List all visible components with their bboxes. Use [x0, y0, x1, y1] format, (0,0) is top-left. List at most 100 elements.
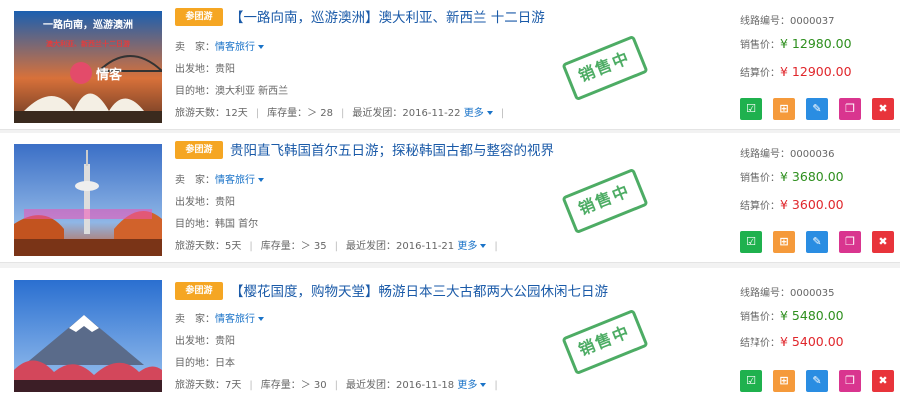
copy-icon: ❐ [845, 374, 855, 387]
days-label: 旅游天数： [175, 241, 225, 252]
days-label: 旅游天数： [175, 380, 225, 391]
stock-value: ＞ 35 [300, 241, 327, 252]
chevron-down-icon[interactable] [258, 45, 264, 49]
cart-button[interactable]: ⊞ [773, 231, 795, 253]
thumb-subcaption: 澳大利亚、新西兰十二日游 [46, 39, 130, 48]
tour-list: 一路向南，巡游澳洲 澳大利亚、新西兰十二日游 情客 参团游 【一路向南，巡游澳洲… [0, 0, 900, 404]
action-buttons: ☑ ⊞ ✎ ❐ ✖ [740, 370, 894, 392]
stock-value: ＞ 30 [300, 380, 327, 391]
sale-price-label: 销售价： [740, 173, 780, 184]
copy-icon: ❐ [845, 235, 855, 248]
route-code: 线路编号：0000037 [740, 12, 835, 27]
tour-row: 参团游 贵阳直飞韩国首尔五日游；探秘韩国古都与整容的视界 卖 家：情客旅行 出发… [0, 133, 900, 263]
copy-button[interactable]: ❐ [839, 370, 861, 392]
on-sale-stamp: 销售中 [561, 167, 649, 235]
destination-label: 目的地： [175, 86, 215, 97]
days-value: 12天 [225, 108, 248, 119]
tour-title-link[interactable]: 【一路向南，巡游澳洲】澳大利亚、新西兰 十二日游 [230, 6, 690, 26]
confirm-button[interactable]: ☑ [740, 370, 762, 392]
delete-button[interactable]: ✖ [872, 370, 894, 392]
sale-price-label: 销售价： [740, 312, 780, 323]
recent-label: 最近发团： [346, 380, 397, 391]
tour-row: 参团游 【樱花国度，购物天堂】畅游日本三大古都两大公园休闲七日游 卖 家：情客旅… [0, 268, 900, 404]
on-sale-stamp: 销售中 [561, 34, 649, 102]
edit-icon: ✎ [812, 102, 822, 115]
sale-price-value: ¥ 3680.00 [780, 169, 844, 184]
recent-label: 最近发团： [352, 108, 403, 119]
stock-value: ＞ 28 [307, 108, 334, 119]
seller-label: 卖 家： [175, 42, 215, 53]
departure-line: 出发地：贵阳 [175, 60, 235, 75]
code-value: 0000036 [790, 149, 835, 160]
destination-line: 目的地：澳大利亚 新西兰 [175, 82, 288, 97]
departure-value: 贵阳 [215, 197, 235, 208]
edit-icon: ✎ [812, 235, 822, 248]
cart-button[interactable]: ⊞ [773, 370, 795, 392]
tour-thumbnail[interactable] [14, 280, 162, 392]
code-value: 0000035 [790, 288, 835, 299]
delete-button[interactable]: ✖ [872, 231, 894, 253]
destination-value: 日本 [215, 358, 235, 369]
seller-dropdown[interactable]: 情客旅行 [215, 175, 255, 186]
edit-button[interactable]: ✎ [806, 231, 828, 253]
confirm-button[interactable]: ☑ [740, 98, 762, 120]
destination-line: 目的地：日本 [175, 354, 235, 369]
settle-price-value: ¥ 12900.00 [780, 64, 852, 79]
stats-line: 旅游天数：12天 | 库存量：＞ 28 | 最近发团：2016-11-22 更多 | [175, 108, 505, 119]
stats-line: 旅游天数：7天 | 库存量：＞ 30 | 最近发团：2016-11-18 更多 | [175, 380, 498, 391]
destination-label: 目的地： [175, 219, 215, 230]
more-dates-dropdown[interactable]: 更多 [457, 241, 487, 252]
chevron-down-icon [480, 244, 487, 248]
edit-button[interactable]: ✎ [806, 98, 828, 120]
check-square-icon: ☑ [746, 235, 756, 248]
destination-line: 目的地：韩国 首尔 [175, 215, 258, 230]
route-code: 线路编号：0000035 [740, 284, 835, 299]
tour-type-badge: 参团游 [175, 282, 223, 300]
recent-label: 最近发团： [346, 241, 397, 252]
settle-price-line: 结算价：¥ 12900.00 [740, 64, 852, 79]
destination-value: 韩国 首尔 [215, 219, 259, 230]
departure-value: 贵阳 [215, 336, 235, 347]
sale-price-line: 销售价：¥ 3680.00 [740, 169, 844, 184]
seller-label: 卖 家： [175, 314, 215, 325]
code-label: 线路编号： [740, 16, 790, 27]
chevron-down-icon[interactable] [258, 317, 264, 321]
more-dates-dropdown[interactable]: 更多 [464, 108, 493, 119]
sale-price-label: 销售价： [740, 40, 780, 51]
confirm-button[interactable]: ☑ [740, 231, 762, 253]
sale-price-line: 销售价：¥ 5480.00 [740, 308, 844, 323]
departure-line: 出发地：贵阳 [175, 193, 235, 208]
seller-line: 卖 家：情客旅行 [175, 171, 264, 186]
stock-label: 库存量： [267, 108, 308, 119]
settle-price-value: ¥ 3600.00 [780, 197, 844, 212]
more-label: 更多 [463, 108, 484, 119]
chevron-down-icon[interactable] [258, 178, 264, 182]
delete-button[interactable]: ✖ [872, 98, 894, 120]
recent-value: 2016-11-21 [396, 241, 455, 252]
tour-row: 一路向南，巡游澳洲 澳大利亚、新西兰十二日游 情客 参团游 【一路向南，巡游澳洲… [0, 0, 900, 130]
more-label: 更多 [457, 380, 478, 391]
copy-button[interactable]: ❐ [839, 231, 861, 253]
thumb-caption: 一路向南，巡游澳洲 [43, 18, 133, 31]
stats-line: 旅游天数：5天 | 库存量：＞ 35 | 最近发团：2016-11-21 更多 | [175, 241, 498, 252]
tour-title-link[interactable]: 【樱花国度，购物天堂】畅游日本三大古都两大公园休闲七日游 [230, 280, 690, 300]
tour-thumbnail[interactable]: 一路向南，巡游澳洲 澳大利亚、新西兰十二日游 情客 [14, 11, 162, 123]
edit-button[interactable]: ✎ [806, 370, 828, 392]
tour-title-link[interactable]: 贵阳直飞韩国首尔五日游；探秘韩国古都与整容的视界 [230, 139, 690, 159]
days-value: 5天 [225, 241, 242, 252]
more-dates-dropdown[interactable]: 更多 [457, 380, 487, 391]
copy-button[interactable]: ❐ [839, 98, 861, 120]
seller-label: 卖 家： [175, 175, 215, 186]
tour-type-badge: 参团游 [175, 8, 223, 26]
seller-dropdown[interactable]: 情客旅行 [215, 314, 255, 325]
settle-price-line: 结算价：¥ 3600.00 [740, 197, 844, 212]
thumb-logo: 情客 [96, 67, 123, 83]
check-square-icon: ☑ [746, 102, 756, 115]
tour-type-badge: 参团游 [175, 141, 223, 159]
recent-value: 2016-11-18 [396, 380, 455, 391]
code-value: 0000037 [790, 16, 835, 27]
seller-dropdown[interactable]: 情客旅行 [215, 42, 255, 53]
cart-button[interactable]: ⊞ [773, 98, 795, 120]
cart-icon: ⊞ [779, 102, 789, 115]
tour-thumbnail[interactable] [14, 144, 162, 256]
